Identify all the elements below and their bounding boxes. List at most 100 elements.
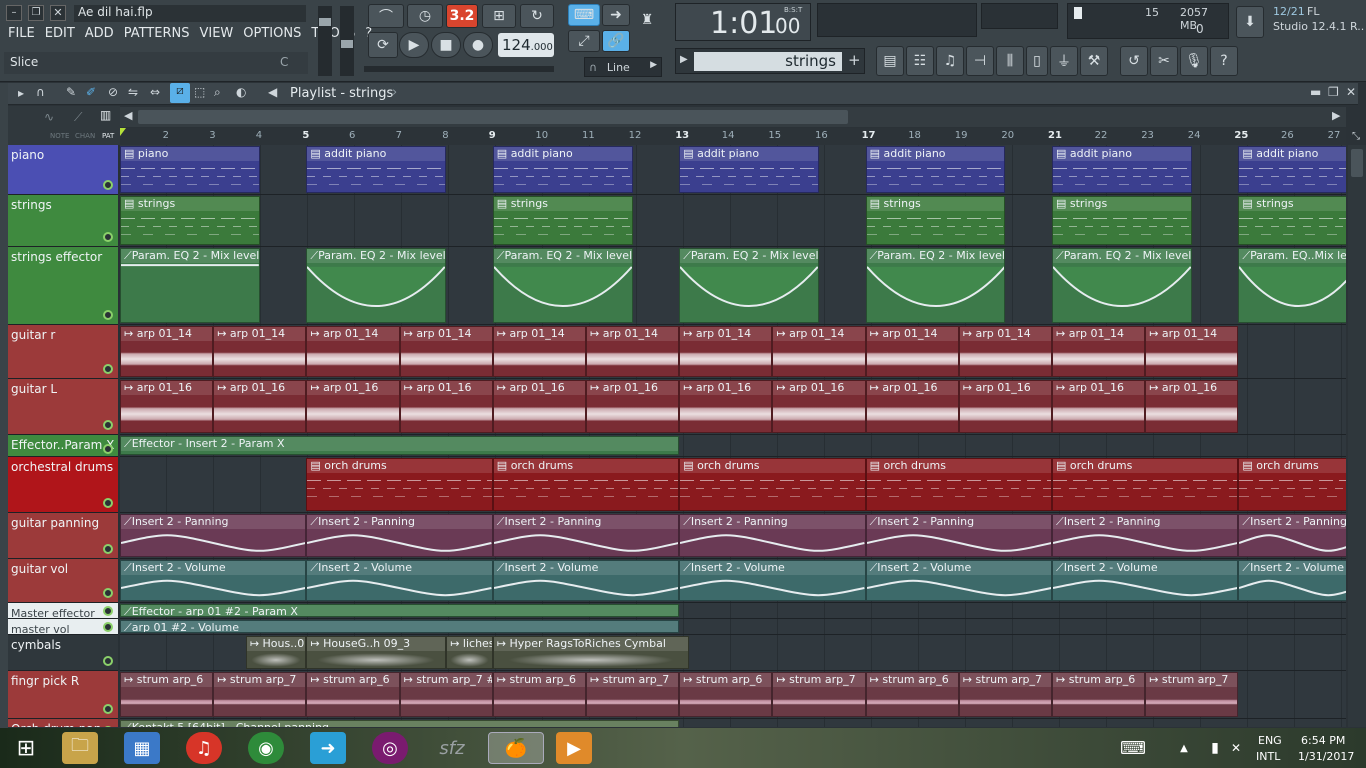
track-lane[interactable]: ⟋Param. EQ 2 - Mix level ⟋Param. EQ 2 - M… bbox=[120, 247, 1346, 325]
playlist-clip[interactable]: ▤ strings bbox=[1238, 196, 1346, 245]
playlist-clip[interactable]: ⟋Insert 2 - Volume bbox=[492, 560, 680, 601]
track-lane[interactable]: ↦ Hous..07_↦ HouseG..h 09_3↦ liches Cymb… bbox=[120, 635, 1346, 671]
track-lane[interactable]: ⟋Insert 2 - Panning ⟋Insert 2 - Panning ⟋I… bbox=[120, 513, 1346, 559]
playlist-clip[interactable]: ⟋Insert 2 - Panning bbox=[865, 514, 1052, 557]
playlist-clip[interactable]: ↦ arp 01_14 bbox=[865, 326, 959, 377]
playlist-clip[interactable]: ▤ orch drums bbox=[1238, 458, 1346, 511]
track-header[interactable]: master vol bbox=[8, 619, 118, 636]
playlist-clip[interactable]: ↦ strum arp_6 bbox=[492, 672, 586, 717]
playlist-clip[interactable]: ⟋Insert 2 - Panning bbox=[1238, 514, 1346, 557]
undo-icon[interactable]: ↺ bbox=[1120, 46, 1148, 76]
close-icon[interactable]: ✕ bbox=[1346, 85, 1356, 99]
browser-icon[interactable]: ⊣ bbox=[966, 46, 994, 76]
track-enable-toggle[interactable] bbox=[103, 544, 113, 554]
track-header[interactable]: Master effector bbox=[8, 603, 118, 620]
loop-record-icon[interactable]: ↻ bbox=[520, 4, 554, 28]
snap-select[interactable]: ∩ Line ▶ bbox=[584, 57, 662, 77]
track-lane[interactable]: ⟋arp 01 #2 - Volume bbox=[120, 619, 1346, 635]
tab-pat[interactable]: PAT bbox=[102, 132, 114, 140]
pattern-number[interactable]: 3.2 bbox=[446, 4, 478, 28]
pattern-icon[interactable]: ▥ bbox=[100, 108, 111, 122]
playlist-clip[interactable]: ▤ addit piano bbox=[865, 146, 1006, 193]
playlist-clip[interactable]: ↦ arp 01_16 bbox=[1052, 380, 1146, 433]
headphones-app-icon[interactable]: ♫ bbox=[186, 732, 222, 764]
playlist-clip[interactable]: ▤ addit piano bbox=[306, 146, 447, 193]
playlist-clip[interactable]: ↦ strum arp_7 bbox=[213, 672, 307, 717]
playlist-clip[interactable]: ⟋Insert 2 - Volume bbox=[679, 560, 866, 601]
playlist-clip[interactable]: ⟋Effector - arp 01 #2 - Param X bbox=[120, 604, 680, 617]
playlist-clip[interactable]: ⟋Insert 2 - Volume bbox=[120, 560, 307, 601]
lang-layout[interactable]: INTL bbox=[1256, 750, 1280, 763]
playlist-clip[interactable]: ↦ strum arp_6 bbox=[306, 672, 400, 717]
track-header[interactable]: guitar r bbox=[8, 325, 118, 379]
track-enable-toggle[interactable] bbox=[103, 364, 113, 374]
play-button[interactable]: ▶ bbox=[399, 32, 429, 58]
playlist-clip[interactable]: ▤ strings bbox=[1052, 196, 1192, 245]
countdown-icon[interactable]: ◷ bbox=[407, 4, 443, 28]
minimize-icon[interactable]: ▬ bbox=[1310, 85, 1321, 99]
playlist-clip[interactable]: ↦ arp 01_14 bbox=[213, 326, 307, 377]
playlist-clip[interactable]: ↦ arp 01_14 bbox=[306, 326, 400, 377]
playlist-clip[interactable]: ▤ strings bbox=[492, 196, 633, 245]
track-lane[interactable]: ⟋Effector - arp 01 #2 - Param X bbox=[120, 603, 1346, 619]
track-enable-toggle[interactable] bbox=[103, 232, 113, 242]
track-enable-toggle[interactable] bbox=[103, 310, 113, 320]
fl-studio-taskbar-icon[interactable]: 🍊 bbox=[488, 732, 544, 764]
file-explorer-icon[interactable]: 🗀 bbox=[62, 732, 98, 764]
playlist-clip[interactable]: ▤ piano bbox=[120, 146, 260, 193]
playlist-clip[interactable]: ↦ arp 01_16 bbox=[120, 380, 214, 433]
playlist-clip[interactable]: ⟋Insert 2 - Panning bbox=[492, 514, 680, 557]
clock-date[interactable]: 1/31/2017 bbox=[1298, 750, 1354, 763]
track-enable-toggle[interactable] bbox=[103, 498, 113, 508]
piano-roll-icon[interactable]: ♫ bbox=[936, 46, 964, 76]
playlist-clip[interactable]: ⟋Insert 2 - Panning bbox=[1052, 514, 1239, 557]
playlist-clip[interactable]: ▤ addit piano bbox=[1238, 146, 1346, 193]
playlist-clip[interactable]: ↦ arp 01_14 bbox=[1145, 326, 1239, 377]
playlist-clip[interactable]: ↦ strum arp_7 bbox=[1145, 672, 1239, 717]
playlist-clip[interactable]: ⟋Kontakt 5 [64bit] - Channel panning bbox=[120, 720, 680, 727]
vscroll-thumb[interactable] bbox=[1351, 149, 1363, 177]
help-icon[interactable]: ? bbox=[1210, 46, 1238, 76]
timeline-ruler[interactable]: 2 3 4 5 6 7 8 9 10 11 12 13 14 15 16 17 18 19 20 21 22 23 24 25… bbox=[120, 128, 1346, 145]
playlist-clip[interactable]: ⟋Effector - Insert 2 - Param X bbox=[120, 436, 680, 455]
track-lane[interactable]: ⟋Kontakt 5 [64bit] - Channel panning bbox=[120, 719, 1346, 727]
playlist-clip[interactable]: ↦ arp 01_14 bbox=[1052, 326, 1146, 377]
playlist-clip[interactable]: ↦ arp 01_16 bbox=[213, 380, 307, 433]
mixer-icon[interactable]: ⫼ bbox=[996, 46, 1024, 76]
playlist-clip[interactable]: ↦ arp 01_16 bbox=[586, 380, 680, 433]
synth-app-icon[interactable]: ◎ bbox=[372, 732, 408, 764]
playlist-clip[interactable]: ↦ arp 01_14 bbox=[492, 326, 586, 377]
zoom-icon[interactable]: ⤡ bbox=[1352, 131, 1360, 142]
step-sequencer-icon[interactable]: ☷ bbox=[906, 46, 934, 76]
menu-options[interactable]: OPTIONS bbox=[243, 26, 301, 41]
playlist-clip[interactable]: ▤ orch drums bbox=[306, 458, 493, 511]
track-enable-toggle[interactable] bbox=[103, 622, 113, 632]
minimize-icon[interactable]: – bbox=[6, 5, 22, 21]
scrollbar-thumb[interactable] bbox=[138, 110, 848, 124]
playlist-clip[interactable]: ▤ orch drums bbox=[865, 458, 1052, 511]
playlist-clip[interactable]: ▤ addit piano bbox=[679, 146, 819, 193]
track-header[interactable]: piano bbox=[8, 145, 118, 195]
playlist-clip[interactable]: ⟋Param. EQ 2 - Mix level bbox=[492, 248, 633, 323]
playlist-clip[interactable]: ⟋Param. EQ 2 - Mix level bbox=[1052, 248, 1192, 323]
playlist-clip[interactable]: ↦ strum arp_7 bbox=[772, 672, 866, 717]
record-button[interactable]: ● bbox=[463, 32, 493, 58]
playlist-clip[interactable]: ↦ HouseG..h 09_3 bbox=[306, 636, 447, 669]
step-edit-icon[interactable]: ⊞ bbox=[482, 4, 516, 28]
playlist-clip[interactable]: ↦ arp 01_16 bbox=[958, 380, 1052, 433]
menu-file[interactable]: FILE bbox=[8, 26, 35, 41]
playlist-clip[interactable]: ⟋Insert 2 - Volume bbox=[306, 560, 493, 601]
playback-tool-icon[interactable]: ◐ bbox=[236, 85, 246, 99]
track-lane[interactable]: ▤ strings ▤ strings ▤ strings ▤ strings ▤ st… bbox=[120, 195, 1346, 247]
waveform-icon[interactable]: ∿ bbox=[44, 110, 54, 124]
playlist-clip[interactable]: ⟋Param. EQ 2 - Mix level bbox=[306, 248, 447, 323]
playlist-clip[interactable]: ↦ strum arp_6 bbox=[679, 672, 773, 717]
snap-icon[interactable]: ⤢ bbox=[568, 30, 600, 52]
playlist-clip[interactable]: ↦ arp 01_16 bbox=[679, 380, 773, 433]
send-app-icon[interactable]: ➜ bbox=[310, 732, 346, 764]
track-header[interactable]: guitar L bbox=[8, 379, 118, 435]
menu-edit[interactable]: EDIT bbox=[45, 26, 75, 41]
playlist-clip[interactable]: ⟋arp 01 #2 - Volume bbox=[120, 620, 680, 633]
playlist-clip[interactable]: ↦ arp 01_16 bbox=[399, 380, 493, 433]
plugin-icon[interactable]: ⏚ bbox=[1050, 46, 1078, 76]
